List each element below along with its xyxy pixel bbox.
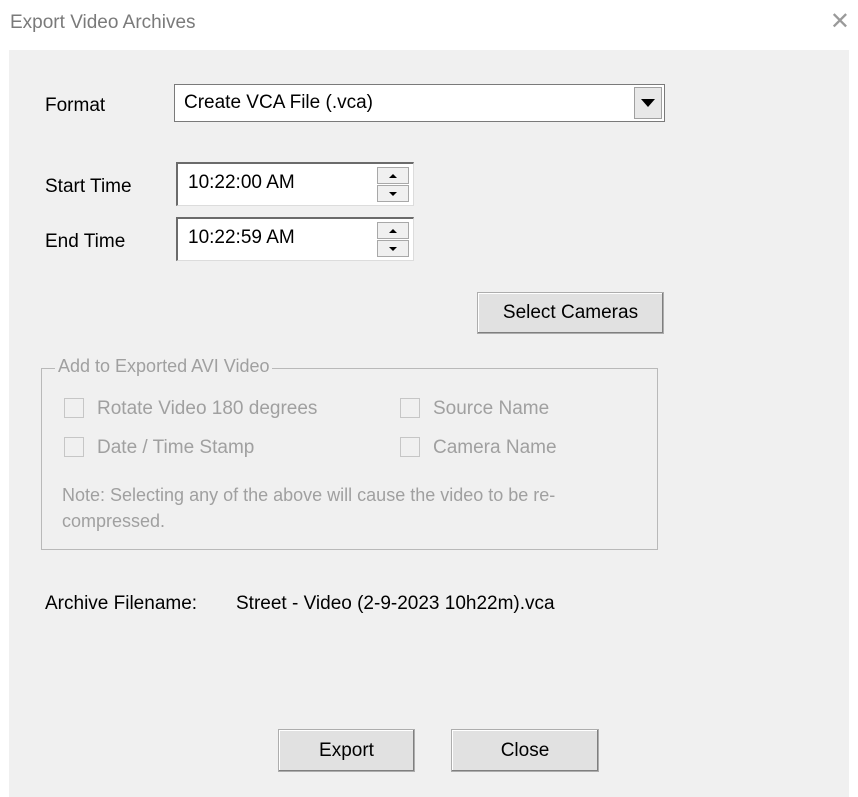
- camera-name-checkbox[interactable]: [400, 437, 420, 457]
- spin-up-button[interactable]: [377, 222, 409, 239]
- archive-filename-value: Street - Video (2-9-2023 10h22m).vca: [236, 593, 555, 614]
- export-button[interactable]: Export: [278, 729, 415, 772]
- dropdown-arrow-button[interactable]: [634, 87, 662, 119]
- chevron-down-icon: [641, 99, 655, 107]
- archive-filename-label: Archive Filename:: [45, 593, 198, 614]
- spin-up-button[interactable]: [377, 167, 409, 184]
- start-time-field[interactable]: 10:22:00 AM: [176, 162, 414, 206]
- end-time-spinner[interactable]: [377, 222, 409, 258]
- start-time-label: Start Time: [45, 176, 132, 197]
- start-time-value: 10:22:00 AM: [188, 172, 295, 193]
- camera-name-label: Camera Name: [433, 437, 557, 458]
- end-time-label: End Time: [45, 231, 126, 252]
- recompress-note: Note: Selecting any of the above will ca…: [62, 485, 556, 531]
- arrow-down-icon: [389, 191, 397, 196]
- datetime-stamp-checkbox[interactable]: [64, 437, 84, 457]
- end-time-field[interactable]: 10:22:59 AM: [176, 217, 414, 261]
- rotate-video-label: Rotate Video 180 degrees: [97, 398, 318, 419]
- close-button[interactable]: Close: [451, 729, 599, 772]
- close-icon[interactable]: ✕: [830, 10, 850, 34]
- arrow-up-icon: [389, 228, 397, 233]
- select-cameras-button[interactable]: Select Cameras: [477, 292, 664, 334]
- rotate-video-checkbox[interactable]: [64, 398, 84, 418]
- format-dropdown[interactable]: Create VCA File (.vca): [174, 84, 665, 122]
- arrow-down-icon: [389, 246, 397, 251]
- source-name-checkbox[interactable]: [400, 398, 420, 418]
- end-time-value: 10:22:59 AM: [188, 227, 295, 248]
- format-selected-value: Create VCA File (.vca): [184, 92, 373, 113]
- title-bar: Export Video Archives ✕: [0, 0, 858, 50]
- arrow-up-icon: [389, 173, 397, 178]
- avi-group-legend: Add to Exported AVI Video: [55, 356, 273, 377]
- datetime-stamp-label: Date / Time Stamp: [97, 437, 255, 458]
- source-name-label: Source Name: [433, 398, 550, 419]
- spin-down-button[interactable]: [377, 240, 409, 257]
- window-title: Export Video Archives: [10, 12, 196, 33]
- start-time-spinner[interactable]: [377, 167, 409, 203]
- spin-down-button[interactable]: [377, 185, 409, 202]
- format-label: Format: [45, 95, 106, 116]
